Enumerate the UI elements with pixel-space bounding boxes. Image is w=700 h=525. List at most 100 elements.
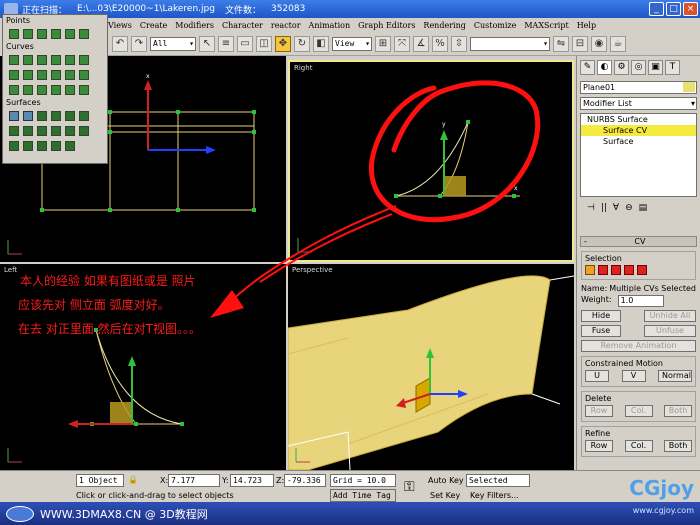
modifier-list-dropdown[interactable]: Modifier List xyxy=(580,97,697,110)
surface-curve-point-icon[interactable] xyxy=(79,28,89,39)
blend-curve-icon[interactable] xyxy=(65,54,75,65)
stack-item-surface[interactable]: Surface xyxy=(581,136,696,147)
utilities-tab-icon[interactable]: T xyxy=(665,60,680,75)
select-icon[interactable]: ↖ xyxy=(199,35,215,52)
fit-curve-icon[interactable] xyxy=(37,54,47,65)
object-name-field[interactable]: Plane01 xyxy=(580,81,697,94)
modify-tab-icon[interactable]: ◐ xyxy=(597,60,612,75)
menu-views[interactable]: Views xyxy=(108,21,132,30)
menu-animation[interactable]: Animation xyxy=(309,21,351,30)
display-tab-icon[interactable]: ▣ xyxy=(648,60,663,75)
refine-row-button[interactable]: Row xyxy=(585,440,613,452)
undo-icon[interactable]: ↶ xyxy=(112,35,128,52)
constrain-v-button[interactable]: V xyxy=(621,370,646,382)
y-coordinate-field[interactable]: 14.723 xyxy=(230,474,274,487)
multisided-blend-icon[interactable] xyxy=(37,140,47,151)
window-crossing-icon[interactable]: ◫ xyxy=(256,35,272,52)
mirror-curve-icon[interactable] xyxy=(9,69,19,80)
scale-icon[interactable]: ◧ xyxy=(313,35,329,52)
align-icon[interactable]: ⊟ xyxy=(572,35,588,52)
v-iso-curve-icon[interactable] xyxy=(79,69,89,80)
menu-maxscript[interactable]: MAXScript xyxy=(524,21,568,30)
select-by-name-icon[interactable]: ≡ xyxy=(218,35,234,52)
menu-character[interactable]: Character xyxy=(222,21,263,30)
minimize-button[interactable]: _ xyxy=(649,2,664,16)
chamfer-curve-icon[interactable] xyxy=(23,69,33,80)
remove-modifier-icon[interactable]: ⊖ xyxy=(625,203,633,213)
surface-edge-curve-icon[interactable] xyxy=(79,84,89,95)
named-selection-dropdown[interactable] xyxy=(470,36,550,51)
offset-curve-icon[interactable] xyxy=(79,54,89,65)
surface-offset-curve-icon[interactable] xyxy=(65,84,75,95)
cv-curve-on-surface-icon[interactable] xyxy=(37,84,47,95)
left-viewport[interactable]: Left xyxy=(0,264,286,470)
rotate-icon[interactable]: ↻ xyxy=(294,35,310,52)
vector-projected-curve-icon[interactable] xyxy=(23,84,33,95)
set-key-button[interactable]: Set Key xyxy=(430,491,460,500)
key-selection-dropdown[interactable]: Selected xyxy=(466,474,530,487)
constrain-u-button[interactable]: U xyxy=(585,370,609,382)
remove-animation-button[interactable]: Remove Animation xyxy=(581,340,696,352)
configure-modifier-sets-icon[interactable]: ▤ xyxy=(639,203,648,213)
angle-snap-icon[interactable]: ∡ xyxy=(413,35,429,52)
offset-point-icon[interactable] xyxy=(23,28,33,39)
constrain-normal-button[interactable]: Normal xyxy=(658,370,692,382)
cv-surface-icon[interactable] xyxy=(9,110,19,121)
menu-modifiers[interactable]: Modifiers xyxy=(175,21,214,30)
perspective-viewport[interactable]: Perspective xyxy=(288,264,574,470)
x-coordinate-field[interactable]: 7.177 xyxy=(168,474,220,487)
single-cv-icon[interactable] xyxy=(585,265,595,275)
point-surface-icon[interactable] xyxy=(23,110,33,121)
auto-key-button[interactable]: Auto Key xyxy=(428,476,464,485)
lock-selection-icon[interactable]: 🔒 xyxy=(128,475,138,484)
move-icon[interactable]: ✥ xyxy=(275,35,291,52)
pivot-icon[interactable]: ⊞ xyxy=(375,35,391,52)
add-time-tag-button[interactable]: Add Time Tag xyxy=(330,489,396,502)
make-unique-icon[interactable]: ∀ xyxy=(613,203,619,213)
object-color-swatch[interactable] xyxy=(683,82,695,92)
multicurve-trim-icon[interactable] xyxy=(51,140,61,151)
cap-surface-icon[interactable] xyxy=(51,125,61,136)
weight-spinner[interactable]: 1.0 xyxy=(617,295,664,307)
reference-coord-dropdown[interactable]: View xyxy=(332,36,372,51)
mirror-surface-icon[interactable] xyxy=(79,110,89,121)
normal-projected-curve-icon[interactable] xyxy=(9,84,19,95)
menu-graph-editors[interactable]: Graph Editors xyxy=(358,21,415,30)
point-curve-icon[interactable] xyxy=(23,54,33,65)
render-icon[interactable]: ☕ xyxy=(610,35,626,52)
key-filters-button[interactable]: Key Filters... xyxy=(470,491,519,500)
create-tab-icon[interactable]: ✎ xyxy=(580,60,595,75)
unfuse-button[interactable]: Unfuse xyxy=(644,325,696,337)
curve-point-icon[interactable] xyxy=(37,28,47,39)
delete-row-button[interactable]: Row xyxy=(585,405,613,417)
fuse-button[interactable]: Fuse xyxy=(581,325,621,337)
1-rail-sweep-icon[interactable] xyxy=(9,140,19,151)
menu-help[interactable]: Help xyxy=(577,21,596,30)
delete-both-button[interactable]: Both xyxy=(664,405,692,417)
fillet-curve-icon[interactable] xyxy=(37,69,47,80)
show-end-result-icon[interactable]: || xyxy=(601,203,607,213)
curve-curve-point-icon[interactable] xyxy=(51,28,61,39)
close-button[interactable]: × xyxy=(683,2,698,16)
column-cv-icon[interactable] xyxy=(611,265,621,275)
spinner-snap-icon[interactable]: ⇳ xyxy=(451,35,467,52)
point-icon[interactable] xyxy=(9,28,19,39)
key-icon[interactable]: ⚿ xyxy=(404,479,415,495)
fillet-surface-icon[interactable] xyxy=(65,140,75,151)
offset-surface-icon[interactable] xyxy=(65,110,75,121)
transform-curve-icon[interactable] xyxy=(51,54,61,65)
transform-surface-icon[interactable] xyxy=(37,110,47,121)
blend-surface-icon[interactable] xyxy=(51,110,61,121)
cv-curve-icon[interactable] xyxy=(9,54,19,65)
pin-stack-icon[interactable]: ⊣ xyxy=(587,203,595,213)
2-rail-sweep-icon[interactable] xyxy=(23,140,33,151)
mirror-icon[interactable]: ⇋ xyxy=(553,35,569,52)
hierarchy-tab-icon[interactable]: ⚙ xyxy=(614,60,629,75)
motion-tab-icon[interactable]: ◎ xyxy=(631,60,646,75)
menu-customize[interactable]: Customize xyxy=(474,21,517,30)
u-loft-surface-icon[interactable] xyxy=(65,125,75,136)
row-cv-icon[interactable] xyxy=(598,265,608,275)
material-editor-icon[interactable]: ◉ xyxy=(591,35,607,52)
surface-surface-intersect-icon[interactable] xyxy=(51,69,61,80)
menu-create[interactable]: Create xyxy=(140,21,167,30)
